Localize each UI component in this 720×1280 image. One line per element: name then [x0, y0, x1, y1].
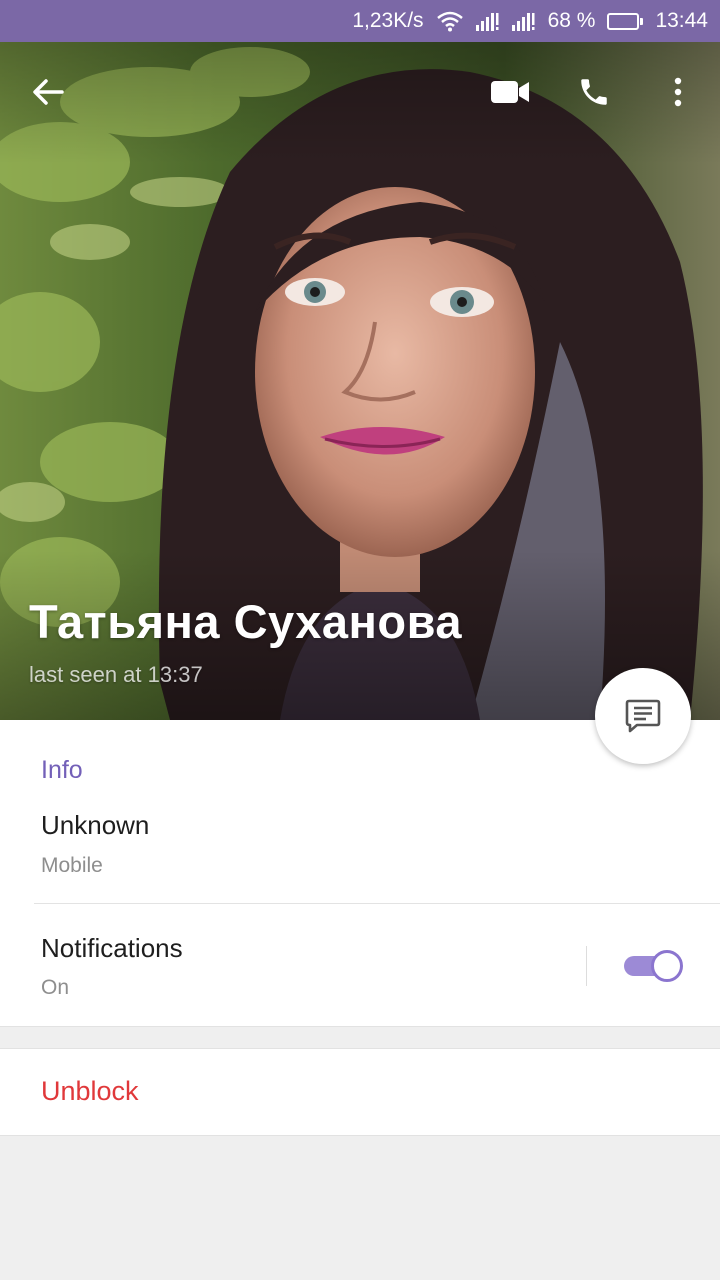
- contact-name: Татьяна Суханова: [29, 595, 463, 648]
- network-speed: 1,23K/s: [352, 9, 424, 32]
- wifi-icon: [436, 10, 464, 32]
- send-message-button[interactable]: [595, 668, 691, 764]
- toolbar: [0, 42, 720, 142]
- video-camera-icon: [491, 81, 529, 103]
- video-call-button[interactable]: [482, 64, 538, 120]
- divider: [34, 903, 720, 904]
- phone-type-label: Mobile: [41, 854, 103, 877]
- more-options-button[interactable]: [650, 64, 706, 120]
- notifications-label[interactable]: Notifications: [41, 933, 183, 964]
- status-bar: 1,23K/s 68 % 13:44: [0, 0, 720, 42]
- back-button[interactable]: [20, 64, 76, 120]
- phone-icon: [581, 79, 607, 105]
- section-title-info: Info: [41, 756, 83, 784]
- divider-vertical: [586, 946, 587, 986]
- message-icon: [625, 699, 661, 733]
- notifications-state: On: [41, 976, 70, 999]
- more-vert-icon: [674, 77, 682, 107]
- unblock-row[interactable]: Unblock: [0, 1048, 720, 1136]
- info-section: Info Unknown Mobile Notifications On: [0, 720, 720, 1027]
- notifications-toggle[interactable]: [622, 948, 684, 982]
- signal-icon-secondary: [511, 11, 536, 31]
- signal-icon: [475, 11, 500, 31]
- clock: 13:44: [655, 9, 708, 32]
- voice-call-button[interactable]: [566, 64, 622, 120]
- battery-icon: [607, 12, 644, 30]
- phone-number-value[interactable]: Unknown: [41, 810, 149, 841]
- battery-percent: 68 %: [547, 9, 596, 32]
- last-seen-status: last seen at 13:37: [29, 662, 203, 687]
- unblock-button[interactable]: Unblock: [41, 1076, 139, 1107]
- arrow-left-icon: [33, 79, 64, 105]
- profile-header: Татьяна Суханова last seen at 13:37: [0, 42, 720, 720]
